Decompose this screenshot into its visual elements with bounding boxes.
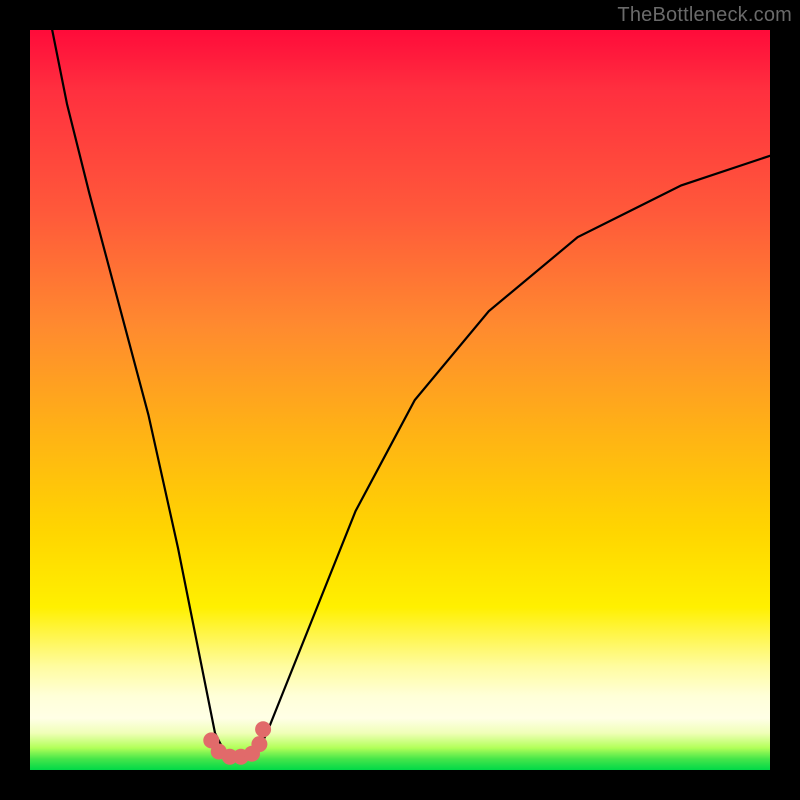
chart-svg	[30, 30, 770, 770]
watermark-label: TheBottleneck.com	[617, 4, 792, 27]
bottleneck-curve	[52, 30, 770, 759]
marker-dot	[251, 736, 267, 752]
plot-area	[30, 30, 770, 770]
chart-frame: TheBottleneck.com	[0, 0, 800, 800]
marker-dot	[255, 721, 271, 737]
